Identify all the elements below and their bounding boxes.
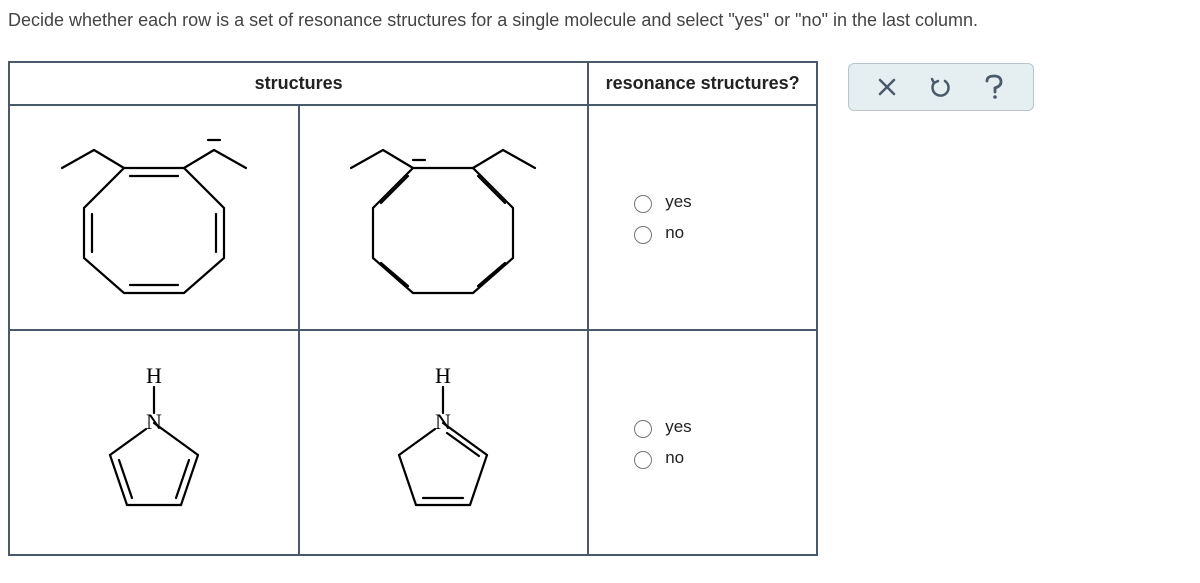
radio-1-no[interactable] (634, 226, 652, 244)
help-button[interactable] (981, 72, 1007, 102)
atom-n: N (435, 409, 451, 434)
header-resonance: resonance structures? (588, 62, 817, 105)
molecule-cot-1 (24, 118, 284, 318)
structure-cell-1b (299, 105, 589, 330)
main-wrap: structures resonance structures? (8, 61, 1192, 556)
radio-label: yes (665, 417, 691, 437)
radio-2-no[interactable] (634, 451, 652, 469)
undo-icon (929, 76, 951, 98)
header-structures: structures (9, 62, 588, 105)
radio-1-yes[interactable] (634, 195, 652, 213)
radio-row-2-yes[interactable]: yes (629, 417, 776, 438)
x-icon (877, 77, 897, 97)
toolbar (848, 63, 1034, 111)
undo-button[interactable] (927, 74, 953, 100)
atom-n: N (146, 409, 162, 434)
molecule-pyrrole-1: N H (54, 343, 254, 543)
question-icon (983, 74, 1005, 100)
radio-row-1-yes[interactable]: yes (629, 192, 776, 213)
instruction-text: Decide whether each row is a set of reso… (8, 10, 1192, 31)
atom-h: H (435, 363, 451, 388)
answer-cell-1: yes no (588, 105, 817, 330)
molecule-pyrrole-2: N H (343, 343, 543, 543)
clear-button[interactable] (875, 75, 899, 99)
structure-cell-2a: N H (9, 330, 299, 555)
table-row: N H (9, 330, 817, 555)
radio-label: no (665, 223, 684, 243)
radio-row-1-no[interactable]: no (629, 223, 776, 244)
radio-row-2-no[interactable]: no (629, 448, 776, 469)
atom-h: H (146, 363, 162, 388)
structure-cell-2b: N H (299, 330, 589, 555)
question-table: structures resonance structures? (8, 61, 818, 556)
molecule-cot-2 (313, 118, 573, 318)
answer-cell-2: yes no (588, 330, 817, 555)
table-row: yes no (9, 105, 817, 330)
radio-label: no (665, 448, 684, 468)
radio-label: yes (665, 192, 691, 212)
structure-cell-1a (9, 105, 299, 330)
radio-2-yes[interactable] (634, 420, 652, 438)
